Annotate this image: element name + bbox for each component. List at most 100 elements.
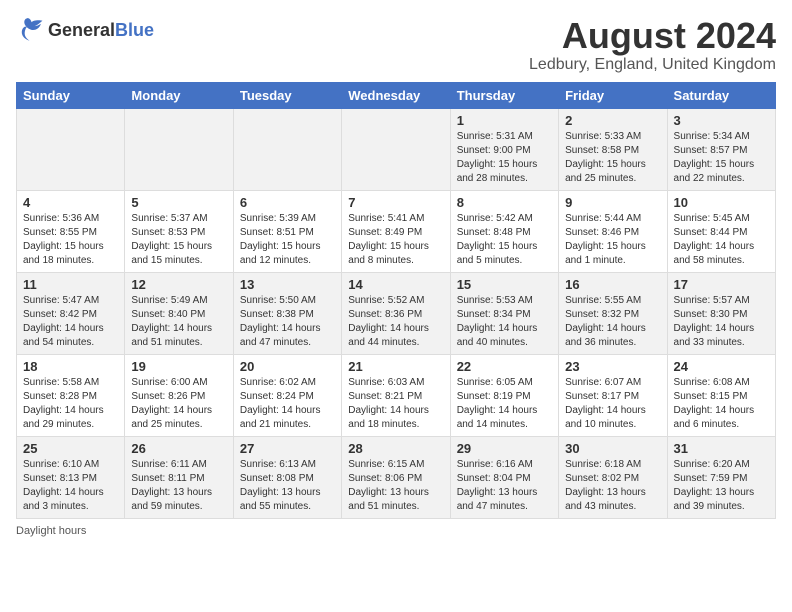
calendar-cell: 6 Sunrise: 5:39 AMSunset: 8:51 PMDaylight… [233, 190, 341, 272]
day-info: Sunrise: 5:41 AMSunset: 8:49 PMDaylight:… [348, 213, 429, 266]
header: GeneralBlue August 2024 Ledbury, England… [16, 16, 776, 74]
calendar-cell: 3 Sunrise: 5:34 AMSunset: 8:57 PMDaylight… [667, 108, 775, 190]
title-area: August 2024 Ledbury, England, United Kin… [529, 16, 776, 74]
day-info: Sunrise: 5:42 AMSunset: 8:48 PMDaylight:… [457, 213, 538, 266]
main-title: August 2024 [529, 16, 776, 56]
calendar-cell: 14 Sunrise: 5:52 AMSunset: 8:36 PMDayligh… [342, 272, 450, 354]
calendar-cell: 17 Sunrise: 5:57 AMSunset: 8:30 PMDayligh… [667, 272, 775, 354]
day-number: 26 [131, 441, 226, 456]
day-number: 5 [131, 195, 226, 210]
logo-blue: Blue [115, 20, 154, 40]
day-number: 6 [240, 195, 335, 210]
day-number: 28 [348, 441, 443, 456]
calendar-cell [233, 108, 341, 190]
footer-text: Daylight hours [16, 525, 86, 537]
day-number: 25 [23, 441, 118, 456]
calendar-cell: 2Sunrise: 5:33 AMSunset: 8:58 PMDaylight… [559, 108, 667, 190]
day-number: 15 [457, 277, 552, 292]
header-saturday: Saturday [667, 82, 775, 108]
day-info: Sunrise: 5:57 AMSunset: 8:30 PMDaylight:… [674, 295, 755, 348]
day-info: Sunrise: 5:34 AMSunset: 8:57 PMDaylight:… [674, 131, 755, 184]
calendar-cell: 27 Sunrise: 6:13 AMSunset: 8:08 PMDayligh… [233, 436, 341, 518]
day-info: Sunrise: 5:45 AMSunset: 8:44 PMDaylight:… [674, 213, 755, 266]
day-number: 4 [23, 195, 118, 210]
day-info: Sunrise: 6:13 AMSunset: 8:08 PMDaylight:… [240, 459, 321, 512]
day-number: 18 [23, 359, 118, 374]
day-number: 24 [674, 359, 769, 374]
footer-note: Daylight hours [16, 525, 776, 537]
day-info: Sunrise: 5:37 AMSunset: 8:53 PMDaylight:… [131, 213, 212, 266]
calendar-cell: 9 Sunrise: 5:44 AMSunset: 8:46 PMDaylight… [559, 190, 667, 272]
calendar-cell [17, 108, 125, 190]
calendar-cell: 31 Sunrise: 6:20 AMSunset: 7:59 PMDayligh… [667, 436, 775, 518]
calendar-cell: 20 Sunrise: 6:02 AMSunset: 8:24 PMDayligh… [233, 354, 341, 436]
subtitle: Ledbury, England, United Kingdom [529, 56, 776, 74]
day-number: 9 [565, 195, 660, 210]
day-number: 29 [457, 441, 552, 456]
day-number: 13 [240, 277, 335, 292]
day-info: Sunrise: 5:49 AMSunset: 8:40 PMDaylight:… [131, 295, 212, 348]
logo-general: General [48, 20, 115, 40]
day-info: Sunrise: 5:31 AMSunset: 9:00 PMDaylight:… [457, 131, 538, 184]
day-info: Sunrise: 5:58 AMSunset: 8:28 PMDaylight:… [23, 377, 104, 430]
day-info: Sunrise: 6:20 AMSunset: 7:59 PMDaylight:… [674, 459, 755, 512]
day-info: Sunrise: 6:08 AMSunset: 8:15 PMDaylight:… [674, 377, 755, 430]
calendar-cell: 26 Sunrise: 6:11 AMSunset: 8:11 PMDayligh… [125, 436, 233, 518]
calendar-cell: 5 Sunrise: 5:37 AMSunset: 8:53 PMDaylight… [125, 190, 233, 272]
calendar-cell: 13 Sunrise: 5:50 AMSunset: 8:38 PMDayligh… [233, 272, 341, 354]
day-info: Sunrise: 5:36 AMSunset: 8:55 PMDaylight:… [23, 213, 104, 266]
day-info: Sunrise: 6:18 AMSunset: 8:02 PMDaylight:… [565, 459, 646, 512]
day-number: 2 [565, 113, 660, 128]
day-number: 31 [674, 441, 769, 456]
header-sunday: Sunday [17, 82, 125, 108]
calendar-cell: 15 Sunrise: 5:53 AMSunset: 8:34 PMDayligh… [450, 272, 558, 354]
day-info: Sunrise: 5:44 AMSunset: 8:46 PMDaylight:… [565, 213, 646, 266]
day-number: 14 [348, 277, 443, 292]
calendar-cell: 30 Sunrise: 6:18 AMSunset: 8:02 PMDayligh… [559, 436, 667, 518]
calendar-cell: 11 Sunrise: 5:47 AMSunset: 8:42 PMDayligh… [17, 272, 125, 354]
day-number: 19 [131, 359, 226, 374]
calendar-cell: 8Sunrise: 5:42 AMSunset: 8:48 PMDaylight… [450, 190, 558, 272]
day-number: 12 [131, 277, 226, 292]
day-number: 27 [240, 441, 335, 456]
day-info: Sunrise: 6:02 AMSunset: 8:24 PMDaylight:… [240, 377, 321, 430]
day-info: Sunrise: 6:15 AMSunset: 8:06 PMDaylight:… [348, 459, 429, 512]
calendar-cell: 1 Sunrise: 5:31 AMSunset: 9:00 PMDaylight… [450, 108, 558, 190]
calendar-cell: 25 Sunrise: 6:10 AMSunset: 8:13 PMDayligh… [17, 436, 125, 518]
day-number: 3 [674, 113, 769, 128]
calendar-cell: 21Sunrise: 6:03 AMSunset: 8:21 PMDayligh… [342, 354, 450, 436]
day-info: Sunrise: 6:07 AMSunset: 8:17 PMDaylight:… [565, 377, 646, 430]
day-info: Sunrise: 6:16 AMSunset: 8:04 PMDaylight:… [457, 459, 538, 512]
day-info: Sunrise: 6:00 AMSunset: 8:26 PMDaylight:… [131, 377, 212, 430]
calendar-cell: 22Sunrise: 6:05 AMSunset: 8:19 PMDayligh… [450, 354, 558, 436]
day-info: Sunrise: 5:55 AMSunset: 8:32 PMDaylight:… [565, 295, 646, 348]
calendar-body: 1 Sunrise: 5:31 AMSunset: 9:00 PMDaylight… [17, 108, 776, 518]
day-number: 17 [674, 277, 769, 292]
day-number: 30 [565, 441, 660, 456]
day-info: Sunrise: 5:50 AMSunset: 8:38 PMDaylight:… [240, 295, 321, 348]
calendar-cell: 28 Sunrise: 6:15 AMSunset: 8:06 PMDayligh… [342, 436, 450, 518]
day-number: 21 [348, 359, 443, 374]
day-number: 20 [240, 359, 335, 374]
header-thursday: Thursday [450, 82, 558, 108]
day-info: Sunrise: 5:47 AMSunset: 8:42 PMDaylight:… [23, 295, 104, 348]
day-info: Sunrise: 5:53 AMSunset: 8:34 PMDaylight:… [457, 295, 538, 348]
day-info: Sunrise: 5:52 AMSunset: 8:36 PMDaylight:… [348, 295, 429, 348]
day-number: 1 [457, 113, 552, 128]
day-number: 16 [565, 277, 660, 292]
day-info: Sunrise: 5:39 AMSunset: 8:51 PMDaylight:… [240, 213, 321, 266]
day-number: 11 [23, 277, 118, 292]
logo-text: GeneralBlue [48, 20, 154, 41]
day-info: Sunrise: 6:10 AMSunset: 8:13 PMDaylight:… [23, 459, 104, 512]
day-number: 7 [348, 195, 443, 210]
day-info: Sunrise: 6:11 AMSunset: 8:11 PMDaylight:… [131, 459, 212, 512]
header-friday: Friday [559, 82, 667, 108]
day-number: 10 [674, 195, 769, 210]
calendar-header: Sunday Monday Tuesday Wednesday Thursday… [17, 82, 776, 108]
calendar-cell: 23Sunrise: 6:07 AMSunset: 8:17 PMDayligh… [559, 354, 667, 436]
calendar-cell: 29 Sunrise: 6:16 AMSunset: 8:04 PMDayligh… [450, 436, 558, 518]
header-tuesday: Tuesday [233, 82, 341, 108]
calendar-cell: 4 Sunrise: 5:36 AMSunset: 8:55 PMDaylight… [17, 190, 125, 272]
calendar-cell: 16 Sunrise: 5:55 AMSunset: 8:32 PMDayligh… [559, 272, 667, 354]
calendar-cell [342, 108, 450, 190]
